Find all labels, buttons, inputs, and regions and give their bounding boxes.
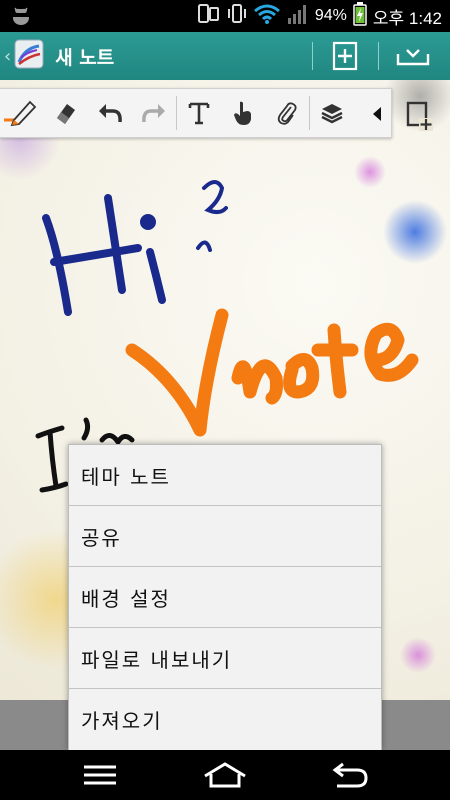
tool-eraser[interactable] (44, 88, 88, 138)
up-chevron-icon[interactable]: ‹ (4, 46, 11, 67)
watercolor-blot (400, 637, 436, 673)
pen-icon (4, 100, 37, 127)
signal-icon (287, 3, 309, 29)
menu-item-import[interactable]: 가져오기 (69, 689, 381, 750)
watercolor-blot (383, 200, 447, 264)
action-divider (378, 42, 379, 70)
redo-icon (142, 104, 165, 123)
navigation-bar (0, 750, 450, 800)
pen-toolbar (0, 88, 392, 138)
wifi-icon (253, 3, 281, 29)
add-page-button[interactable] (315, 32, 375, 80)
phone-sync-icon (197, 3, 221, 29)
status-bar: 94% 오후 1:42 (0, 0, 450, 32)
tool-undo[interactable] (88, 88, 132, 138)
android-debug-icon (10, 5, 32, 31)
options-menu: 테마 노트 공유 배경 설정 파일로 내보내기 가져오기 (68, 444, 382, 750)
add-page-icon (332, 41, 358, 71)
handwriting-vnote (125, 308, 419, 437)
back-icon (332, 762, 368, 788)
action-bar: ‹ 새 노트 (0, 32, 450, 80)
tool-redo[interactable] (132, 88, 176, 138)
tool-attach[interactable] (265, 88, 309, 138)
save-button[interactable] (383, 32, 443, 80)
handwriting-question (196, 180, 228, 252)
eraser-icon (57, 104, 75, 124)
tool-pen[interactable] (0, 88, 44, 138)
handwriting-hi (42, 194, 166, 316)
battery-percent: 94% (314, 7, 347, 24)
watercolor-blot (354, 156, 386, 188)
nav-home-button[interactable] (180, 750, 270, 800)
menu-item-export-to-file[interactable]: 파일로 내보내기 (69, 628, 381, 689)
collapse-arrow-icon (373, 107, 381, 121)
action-divider (312, 42, 313, 70)
undo-icon (99, 104, 122, 123)
hand-icon (234, 101, 251, 125)
battery-charging-icon (353, 2, 367, 30)
note-title: 새 노트 (55, 46, 115, 69)
menu-icon (84, 765, 116, 785)
tool-hand[interactable] (221, 88, 265, 138)
menu-item-share[interactable]: 공유 (69, 506, 381, 567)
insert-page-icon (406, 101, 433, 131)
attach-icon (277, 102, 297, 125)
vibrate-icon (227, 3, 247, 29)
menu-item-background-settings[interactable]: 배경 설정 (69, 567, 381, 628)
text-icon (188, 102, 210, 125)
tool-layers[interactable] (310, 88, 354, 138)
nav-back-button[interactable] (305, 750, 395, 800)
tool-text[interactable] (177, 88, 221, 138)
menu-item-theme-note[interactable]: 테마 노트 (69, 445, 381, 506)
save-tray-icon (396, 49, 430, 66)
clock: 오후 1:42 (372, 8, 442, 28)
nav-menu-button[interactable] (55, 750, 145, 800)
toolbar-collapse-button[interactable] (362, 89, 392, 139)
insert-page-button[interactable] (398, 94, 442, 138)
layers-icon (321, 104, 343, 124)
app-icon[interactable] (11, 38, 45, 74)
home-icon (204, 762, 246, 788)
